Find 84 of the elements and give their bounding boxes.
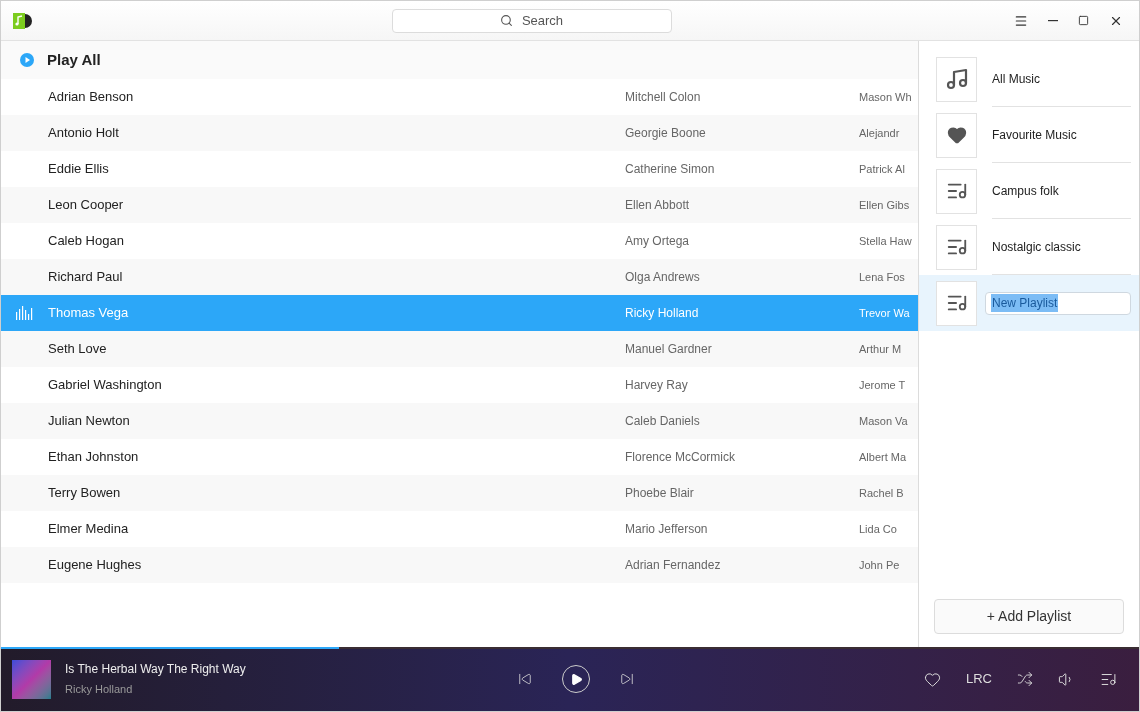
album-name: Patrick Al	[859, 161, 905, 177]
artist-name: Amy Ortega	[625, 234, 690, 248]
playlist-name: All Music	[992, 70, 1040, 88]
artist-name: Manuel Gardner	[625, 342, 712, 356]
playlist-name-field[interactable]: New Playlist	[985, 291, 1131, 315]
equalizer-icon	[16, 306, 34, 320]
artist-name: Adrian Fernandez	[625, 558, 721, 572]
song-row[interactable]: Terry Bowen Phoebe Blair Rachel B	[1, 475, 918, 511]
minimize-icon	[1048, 19, 1058, 22]
song-title: Ethan Johnston	[48, 449, 139, 465]
album-name: Jerome T	[859, 377, 906, 393]
skip-forward-icon	[620, 672, 634, 686]
shuffle-icon	[1017, 671, 1033, 687]
song-row[interactable]: Antonio Holt Georgie Boone Alejandr	[1, 115, 918, 151]
artist-name: Florence McCormick	[625, 450, 735, 464]
artist-name: Harvey Ray	[625, 378, 688, 392]
playlist-name: Nostalgic classic	[992, 238, 1081, 256]
song-title: Adrian Benson	[48, 89, 134, 105]
album-name: Albert Ma	[859, 449, 907, 465]
favourite-button[interactable]	[924, 670, 941, 688]
song-title: Caleb Hogan	[48, 233, 124, 249]
song-row[interactable]: Julian Newton Caleb Daniels Mason Va	[1, 403, 918, 439]
playlist-item[interactable]: All Music	[919, 51, 1139, 107]
lyrics-button[interactable]: LRC	[966, 669, 992, 689]
song-title: Seth Love	[48, 341, 107, 357]
song-title: Terry Bowen	[48, 485, 121, 501]
playlist-item[interactable]: Nostalgic classic	[919, 219, 1139, 275]
artist-name: Olga Andrews	[625, 270, 700, 284]
playlist-name: Favourite Music	[992, 126, 1077, 144]
song-row[interactable]: Eugene Hughes Adrian Fernandez John Pe	[1, 547, 918, 583]
song-row[interactable]: Leon Cooper Ellen Abbott Ellen Gibs	[1, 187, 918, 223]
heart-icon	[924, 670, 941, 688]
song-row[interactable]: Richard Paul Olga Andrews Lena Fos	[1, 259, 918, 295]
playlist-item[interactable]: New Playlist	[919, 275, 1139, 331]
add-playlist-button[interactable]: + Add Playlist	[934, 599, 1124, 634]
music-note-icon	[944, 67, 969, 91]
artist-name: Mitchell Colon	[625, 90, 701, 104]
maximize-icon	[1078, 15, 1089, 26]
next-button[interactable]	[620, 672, 634, 686]
album-name: Lida Co	[859, 521, 897, 537]
play-all-label[interactable]: Play All	[47, 48, 101, 72]
artist-name: Ellen Abbott	[625, 198, 690, 212]
song-title: Thomas Vega	[48, 305, 129, 321]
song-title: Eugene Hughes	[48, 557, 142, 573]
playlist-name: Campus folk	[992, 182, 1059, 200]
skip-back-icon	[518, 672, 532, 686]
album-art-placeholder	[12, 659, 51, 699]
heart-icon	[946, 125, 967, 145]
search-field[interactable]: Search	[391, 8, 672, 33]
album-name: Mason Va	[859, 413, 908, 429]
now-playing-artist: Ricky Holland	[65, 682, 134, 698]
playlist-item[interactable]: Campus folk	[919, 163, 1139, 219]
now-playing-title: Is The Herbal Way The Right Way	[65, 661, 247, 679]
song-title: Elmer Medina	[48, 521, 129, 537]
playlist-item[interactable]: Favourite Music	[919, 107, 1139, 163]
album-name: Ellen Gibs	[859, 197, 910, 213]
song-title: Leon Cooper	[48, 197, 124, 213]
artist-name: Phoebe Blair	[625, 486, 694, 500]
shuffle-button[interactable]	[1017, 671, 1033, 687]
song-title: Richard Paul	[48, 269, 123, 285]
song-title: Eddie Ellis	[48, 161, 109, 177]
album-name: Rachel B	[859, 485, 904, 501]
song-row[interactable]: Seth Love Manuel Gardner Arthur M	[1, 331, 918, 367]
album-name: Mason Wh	[859, 89, 912, 105]
menu-icon	[1014, 13, 1028, 28]
album-name: Trevor Wa	[859, 305, 910, 321]
app-logo-icon	[13, 12, 33, 29]
play-circle-icon[interactable]	[20, 53, 34, 67]
artist-name: Mario Jefferson	[625, 522, 708, 536]
search-icon	[499, 14, 513, 28]
album-name: Alejandr	[859, 125, 900, 141]
artist-name: Ricky Holland	[625, 306, 699, 320]
previous-button[interactable]	[518, 672, 532, 686]
song-title: Antonio Holt	[48, 125, 119, 141]
artist-name: Catherine Simon	[625, 162, 715, 176]
album-name: Stella Haw	[859, 233, 912, 249]
album-name: Arthur M	[859, 341, 902, 357]
song-title: Julian Newton	[48, 413, 130, 429]
play-icon	[570, 672, 584, 686]
song-title: Gabriel Washington	[48, 377, 162, 393]
artist-name: Caleb Daniels	[625, 414, 700, 428]
album-name: John Pe	[859, 557, 900, 573]
album-name: Lena Fos	[859, 269, 905, 285]
artist-name: Georgie Boone	[625, 126, 706, 140]
